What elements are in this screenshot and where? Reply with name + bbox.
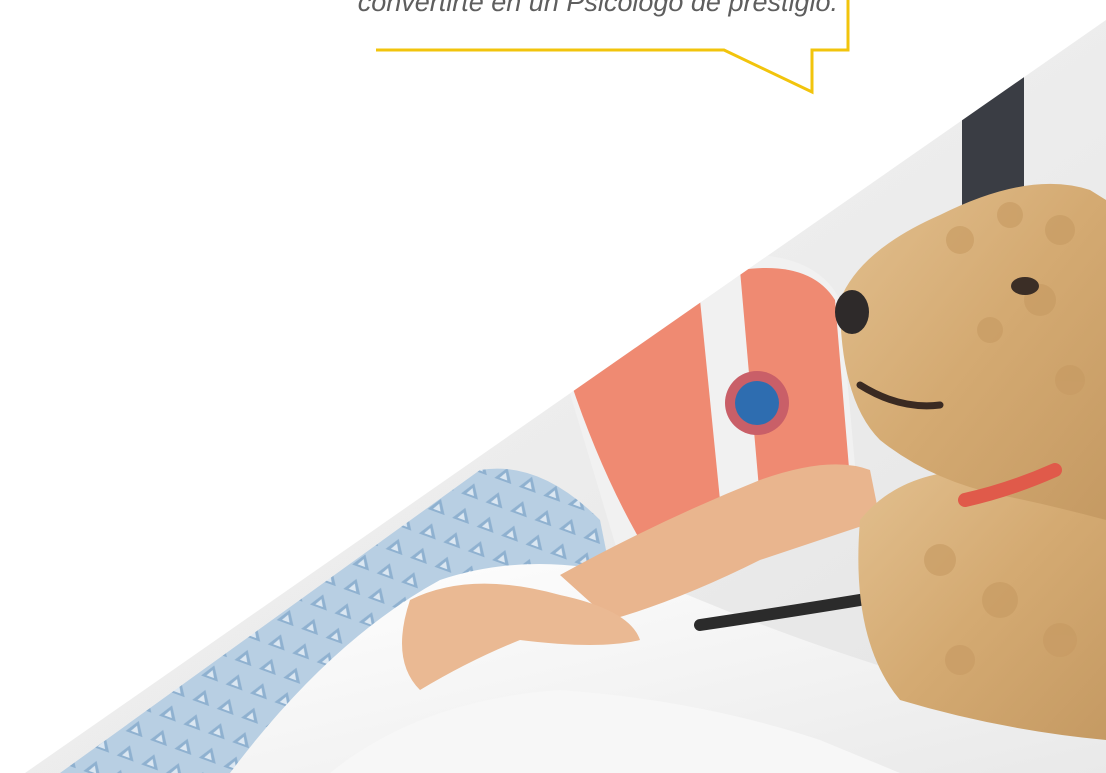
speech-bubble-outline: [376, 0, 850, 95]
quote-text: convertirte en un Psicólogo de prestigio…: [357, 0, 838, 17]
page: convertirte en un Psicólogo de prestigio…: [0, 0, 1106, 773]
